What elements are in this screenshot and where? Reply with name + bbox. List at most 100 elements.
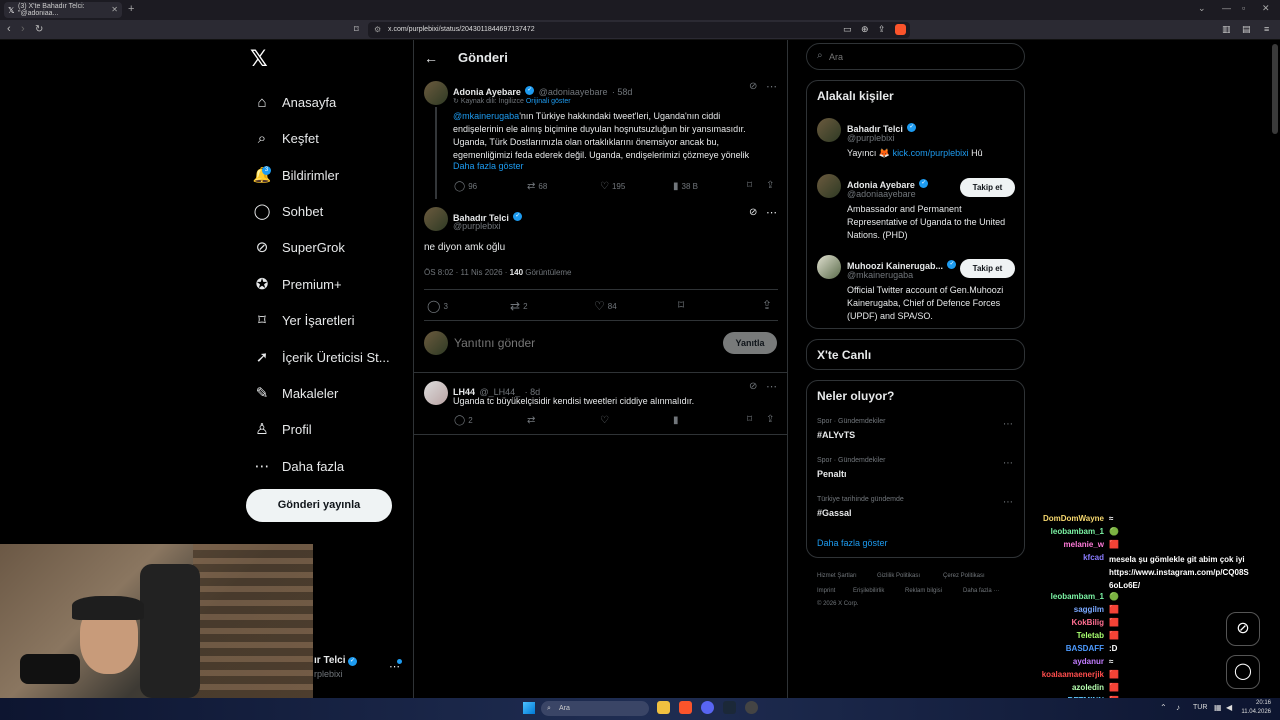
person-handle[interactable]: @mkainerugaba [847, 270, 913, 280]
bookmark-icon[interactable]: ⌑ [747, 180, 752, 191]
reply-input[interactable] [454, 334, 714, 352]
new-tab-button[interactable]: + [128, 3, 134, 15]
person-handle[interactable]: @purplebixi [847, 133, 895, 143]
footer-privacy[interactable]: Gizlilik Politikası [877, 573, 920, 579]
nav-item-article[interactable]: ✎ Makaleler [252, 380, 339, 406]
views-action[interactable]: ▮ [673, 415, 679, 426]
brave-shield-icon[interactable] [895, 24, 906, 35]
share-icon[interactable]: ⇪ [766, 180, 774, 191]
account-name[interactable]: ır Telci [314, 655, 346, 666]
reply-action[interactable]: ◯ 3 [427, 299, 448, 313]
nav-item-chat[interactable]: ◯ Sohbet [252, 198, 324, 224]
nav-item-rocket[interactable]: ➚ İçerik Üreticisi St... [252, 344, 390, 370]
scrollbar[interactable] [1272, 44, 1278, 134]
close-window-icon[interactable]: ✕ [1262, 3, 1270, 14]
post-button[interactable]: Gönderi yayınla [246, 489, 392, 522]
avatar[interactable] [424, 381, 448, 405]
follow-button[interactable]: Takip et [960, 178, 1015, 197]
nav-item-bell[interactable]: 🔔 3 Bildirimler [252, 162, 339, 188]
show-more-trends-link[interactable]: Daha fazla göster [817, 538, 888, 548]
wallet-icon[interactable]: ▤ [1242, 24, 1251, 35]
mention-link[interactable]: @mkainerugaba [453, 111, 519, 121]
share-icon[interactable]: ⇪ [878, 24, 886, 35]
more-options-icon[interactable]: ⋯ [766, 206, 777, 219]
brave-browser-icon[interactable] [679, 701, 692, 714]
retweet-action[interactable]: ⇄ [527, 415, 535, 426]
grok-icon[interactable]: ⊘ [749, 81, 757, 92]
follow-button[interactable]: Takip et [960, 259, 1015, 278]
person-handle[interactable]: @adoniaayebare [847, 189, 916, 199]
clock-date[interactable]: 11.04.2026 [1241, 709, 1271, 715]
author-handle[interactable]: @adoniaayebare [539, 87, 608, 97]
minimize-icon[interactable]: — [1222, 3, 1231, 13]
nav-item-more-circle[interactable]: ⋯ Daha fazla [252, 453, 345, 479]
reply-action[interactable]: ◯ 96 [454, 181, 477, 192]
footer-cookie[interactable]: Çerez Politikası [943, 573, 985, 579]
search-box[interactable]: ⌕ [806, 43, 1025, 70]
language-indicator[interactable]: TUR [1193, 704, 1207, 711]
retweet-action[interactable]: ⇄ 68 [527, 181, 547, 192]
reply-action[interactable]: ◯ 2 [454, 415, 473, 426]
file-explorer-icon[interactable] [657, 701, 670, 714]
grok-icon[interactable]: ⊘ [749, 381, 757, 392]
avatar[interactable] [817, 174, 841, 198]
network-icon[interactable]: ▦ [1214, 703, 1222, 712]
obs-icon[interactable] [745, 701, 758, 714]
like-action[interactable]: ♡ [600, 415, 609, 426]
trend-topic[interactable]: #Gassal [817, 508, 852, 518]
clock-time[interactable]: 20:16 [1241, 700, 1271, 706]
show-original-link[interactable]: Orijinali göster [526, 98, 571, 105]
windows-start-icon[interactable] [523, 702, 535, 714]
avatar[interactable] [424, 207, 448, 231]
retweet-action[interactable]: ⇄ 2 [510, 299, 528, 313]
bookmark-icon[interactable]: ⌑ [678, 298, 684, 312]
x-logo-icon[interactable]: 𝕏 [250, 46, 268, 72]
reload-icon[interactable]: ↻ [35, 24, 43, 35]
browser-tab[interactable]: 𝕏 (3) X'te Bahadır Telci: "@adoniaa... ✕ [4, 2, 122, 18]
more-options-icon[interactable]: ⋯ [1003, 419, 1013, 430]
bio-link[interactable]: kick.com/purplebixi [893, 148, 969, 158]
like-action[interactable]: ♡ 195 [600, 181, 625, 192]
forward-icon[interactable]: › [21, 23, 25, 35]
share-icon[interactable]: ⇪ [762, 298, 772, 312]
search-input[interactable] [829, 49, 1009, 64]
messages-floating-icon[interactable]: ◯ [1226, 655, 1260, 689]
trend-topic[interactable]: Penaltı [817, 469, 847, 479]
nav-item-person[interactable]: ♙ Profil [252, 416, 311, 442]
footer-accessibility[interactable]: Erişilebilirlik [853, 588, 884, 594]
back-icon[interactable]: ‹ [7, 23, 11, 35]
address-bar[interactable]: ⚙ x.com/purplebixi/status/20430118446971… [368, 22, 910, 38]
menu-icon[interactable]: ≡ [1264, 24, 1269, 34]
tweet-age[interactable]: · 58d [612, 87, 633, 97]
live-title[interactable]: X'te Canlı [817, 348, 871, 362]
sidebar-icon[interactable]: ▥ [1222, 24, 1231, 35]
more-options-icon[interactable]: ⋯ [766, 380, 777, 393]
footer-ads-info[interactable]: Reklam bilgisi [905, 588, 942, 594]
zoom-icon[interactable]: ⊕ [861, 24, 869, 35]
more-options-icon[interactable]: ⋯ [766, 80, 777, 93]
trend-topic[interactable]: #ALYvTS [817, 430, 855, 440]
discord-icon[interactable] [701, 701, 714, 714]
taskbar-search[interactable]: ⌕ Ara [541, 701, 649, 716]
steam-icon[interactable] [723, 701, 736, 714]
back-arrow-icon[interactable]: ← [424, 50, 438, 66]
bookmark-icon[interactable]: ⌑ [747, 414, 752, 425]
author-handle[interactable]: @purplebixi [453, 221, 501, 231]
grok-floating-icon[interactable]: ⊘ [1226, 612, 1260, 646]
maximize-icon[interactable]: ▫ [1242, 3, 1245, 13]
avatar[interactable] [424, 81, 448, 105]
account-handle[interactable]: rplebixi [314, 669, 343, 679]
volume-icon[interactable]: ◀ [1226, 703, 1232, 712]
tweet-timestamp[interactable]: ÖS 8:02 · 11 Nis 2026 · [424, 268, 510, 277]
reader-icon[interactable]: ▭ [843, 24, 852, 35]
grok-icon[interactable]: ⊘ [749, 207, 757, 218]
author-name[interactable]: Adonia Ayebare [453, 87, 521, 97]
show-more-link[interactable]: Daha fazla göster [453, 160, 524, 173]
nav-item-home[interactable]: ⌂ Anasayfa [252, 89, 336, 115]
footer-terms[interactable]: Hizmet Şartları [817, 573, 857, 579]
tab-list-icon[interactable]: ⌄ [1198, 3, 1206, 14]
close-tab-icon[interactable]: ✕ [111, 5, 118, 14]
footer-more[interactable]: Daha fazla ··· [963, 588, 999, 594]
share-icon[interactable]: ⇪ [766, 414, 774, 425]
views-action[interactable]: ▮ 38 B [673, 181, 698, 192]
